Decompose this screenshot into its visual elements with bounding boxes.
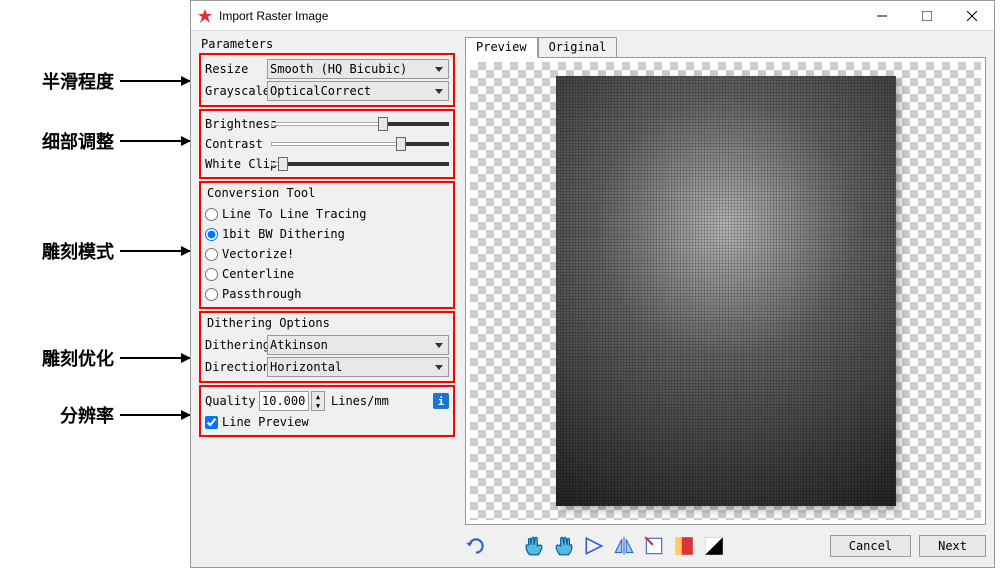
resize-label: Resize [205, 62, 265, 76]
radio-1bit-dithering[interactable]: 1bit BW Dithering [205, 224, 449, 244]
arrow-icon [120, 80, 190, 82]
tab-original[interactable]: Original [538, 37, 618, 57]
annotation-detail: 细部调整 [42, 128, 114, 154]
maximize-button[interactable] [904, 1, 949, 30]
next-button[interactable]: Next [919, 535, 986, 557]
crop-icon[interactable] [643, 535, 665, 557]
flip-horizontal-icon[interactable] [613, 535, 635, 557]
grayscale-select[interactable]: OpticalCorrect [267, 81, 449, 101]
whiteclip-label: White Clip [205, 157, 269, 171]
grayscale-label: Grayscale [205, 84, 265, 98]
annotation-optimize: 雕刻优化 [42, 345, 114, 371]
radio-line-tracing[interactable]: Line To Line Tracing [205, 204, 449, 224]
minimize-button[interactable] [859, 1, 904, 30]
conversion-group: Conversion Tool Line To Line Tracing 1bi… [199, 181, 455, 309]
adjust-icon[interactable] [673, 535, 695, 557]
conversion-heading: Conversion Tool [205, 186, 449, 200]
cancel-button[interactable]: Cancel [830, 535, 911, 557]
preview-canvas[interactable] [465, 57, 986, 525]
dithering-label: Dithering [205, 338, 265, 352]
resize-select[interactable]: Smooth (HQ Bicubic) [267, 59, 449, 79]
dithering-options-heading: Dithering Options [205, 316, 449, 330]
arrow-icon [120, 357, 190, 359]
dithering-select[interactable]: Atkinson [267, 335, 449, 355]
preview-image [556, 76, 896, 506]
resize-group: Resize Smooth (HQ Bicubic) Grayscale Opt… [199, 53, 455, 107]
radio-centerline[interactable]: Centerline [205, 264, 449, 284]
dialog-window: Import Raster Image Parameters Resize Sm… [190, 0, 995, 568]
parameters-heading: Parameters [199, 37, 455, 51]
titlebar: Import Raster Image [191, 1, 994, 31]
brightness-label: Brightness [205, 117, 269, 131]
hand-left-icon[interactable] [523, 535, 545, 557]
quality-unit: Lines/mm [331, 394, 389, 408]
hand-right-icon[interactable] [553, 535, 575, 557]
radio-vectorize[interactable]: Vectorize! [205, 244, 449, 264]
whiteclip-slider[interactable] [271, 159, 449, 169]
annotation-mode: 雕刻模式 [42, 238, 114, 264]
annotation-resolution: 分辨率 [60, 402, 114, 428]
quality-label: Quality [205, 394, 257, 408]
quality-group: Quality ▲▼ Lines/mm i Line Preview [199, 385, 455, 437]
arrow-icon [120, 250, 190, 252]
line-preview-checkbox[interactable]: Line Preview [205, 412, 449, 432]
direction-select[interactable]: Horizontal [267, 357, 449, 377]
brightness-slider[interactable] [271, 119, 449, 129]
undo-icon[interactable] [465, 535, 487, 557]
arrow-icon [120, 140, 190, 142]
window-title: Import Raster Image [219, 9, 859, 23]
close-button[interactable] [949, 1, 994, 30]
arrow-icon [120, 414, 190, 416]
radio-passthrough[interactable]: Passthrough [205, 284, 449, 304]
adjust-group: Brightness Contrast White Clip [199, 109, 455, 179]
tab-preview[interactable]: Preview [465, 37, 538, 58]
chevron-up-icon: ▲ [312, 392, 324, 401]
rotate-right-icon[interactable] [583, 535, 605, 557]
app-icon [197, 8, 213, 24]
contrast-slider[interactable] [271, 139, 449, 149]
info-icon[interactable]: i [433, 393, 449, 409]
dithering-options-group: Dithering Options Dithering Atkinson Dir… [199, 311, 455, 383]
direction-label: Direction [205, 360, 265, 374]
contrast-label: Contrast [205, 137, 269, 151]
chevron-down-icon: ▼ [312, 401, 324, 410]
quality-stepper[interactable]: ▲▼ [311, 391, 325, 411]
invert-icon[interactable] [703, 535, 725, 557]
quality-input[interactable] [259, 391, 309, 411]
annotation-smooth: 半滑程度 [42, 68, 114, 94]
